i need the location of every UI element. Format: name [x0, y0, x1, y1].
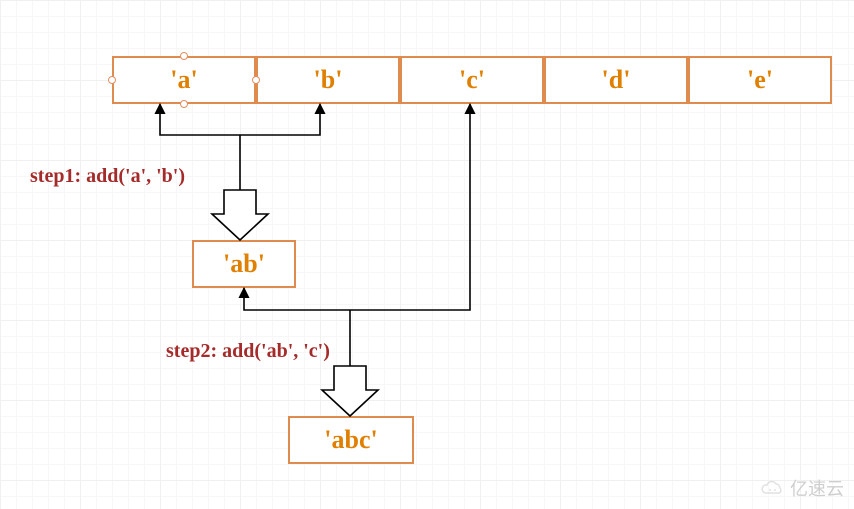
cloud-icon — [758, 479, 786, 497]
flow-arrows — [0, 0, 854, 509]
watermark-text: 亿速云 — [790, 475, 844, 501]
watermark: 亿速云 — [758, 475, 844, 501]
